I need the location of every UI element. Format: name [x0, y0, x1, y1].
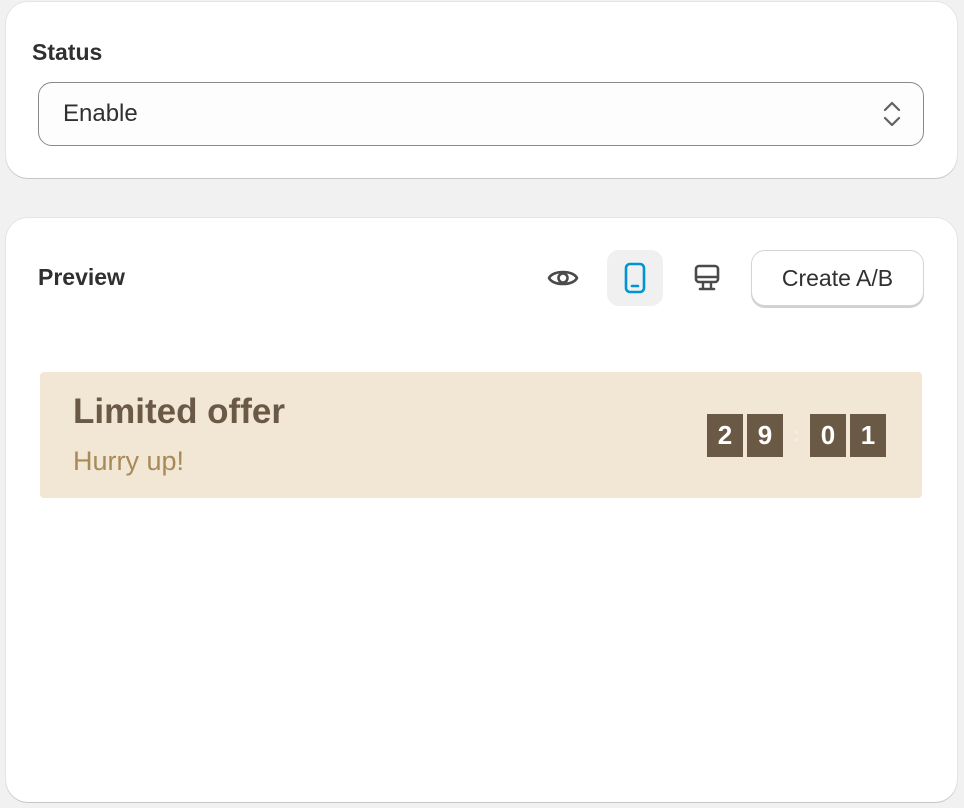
banner-subtitle: Hurry up!: [73, 446, 185, 476]
timer-separator: :: [793, 424, 800, 446]
timer-digit-minutes-ones: 9: [747, 414, 783, 457]
eye-icon: [547, 270, 579, 286]
banner-title: Limited offer: [73, 392, 285, 431]
preview-eye-button[interactable]: [535, 250, 591, 306]
preview-desktop-button[interactable]: [679, 250, 735, 306]
status-select[interactable]: Enable: [38, 82, 924, 146]
countdown-timer: 2 9 : 0 1: [707, 414, 890, 457]
preview-label: Preview: [38, 264, 125, 290]
status-label: Status: [32, 39, 103, 65]
timer-digit-seconds-tens: 0: [810, 414, 846, 457]
desktop-icon: [694, 264, 720, 291]
create-ab-button[interactable]: Create A/B: [751, 250, 924, 306]
preview-mobile-button[interactable]: [607, 250, 663, 306]
chevron-up-down-icon: [883, 101, 901, 127]
mobile-icon: [624, 262, 646, 294]
countdown-banner-preview: Limited offer Hurry up! 2 9 : 0 1: [40, 372, 922, 498]
status-select-value: Enable: [63, 100, 138, 127]
timer-digit-minutes-tens: 2: [707, 414, 743, 457]
timer-digit-seconds-ones: 1: [850, 414, 886, 457]
